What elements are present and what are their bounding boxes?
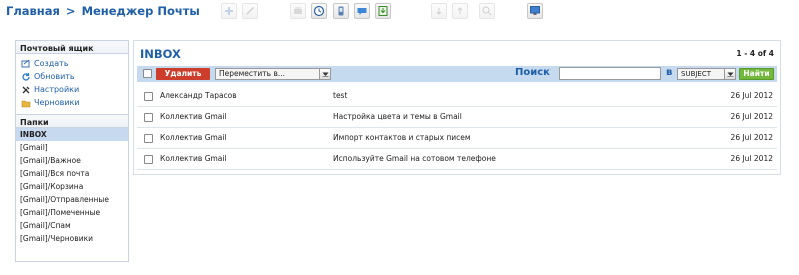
- folder-item-important[interactable]: [Gmail]/Важное: [16, 154, 128, 167]
- zoom-icon: [482, 6, 492, 16]
- message-checkbox[interactable]: [144, 92, 153, 101]
- add-icon: [225, 7, 233, 15]
- search-field-select[interactable]: SUBJECT: [677, 68, 736, 80]
- sidebar: Почтовый ящик Создать Обновить Настройки…: [15, 40, 129, 262]
- mailbox-title: Почтовый ящик: [16, 41, 128, 54]
- select-all-checkbox[interactable]: [143, 69, 152, 78]
- message-subject[interactable]: test: [333, 91, 347, 100]
- breadcrumb: Главная > Менеджер Почты: [6, 4, 200, 18]
- message-subject[interactable]: Настройка цвета и темы в Gmail: [333, 112, 462, 121]
- message-panel: INBOX 1 - 4 of 4 Удалить Переместить в..…: [133, 40, 781, 175]
- folder-item-gmail[interactable]: [Gmail]: [16, 141, 128, 154]
- message-row[interactable]: Коллектив Gmail Используйте Gmail на сот…: [137, 149, 777, 170]
- folder-item-spam[interactable]: [Gmail]/Спам: [16, 219, 128, 232]
- message-checkbox[interactable]: [144, 155, 153, 164]
- monitor-button[interactable]: [527, 3, 543, 19]
- print-button[interactable]: [290, 3, 306, 19]
- message-row[interactable]: Александр Тарасов test 26 Jul 2012: [137, 86, 777, 107]
- move-to-select[interactable]: Переместить в...: [215, 68, 331, 80]
- edit-button[interactable]: [242, 3, 258, 19]
- folder-item-trash[interactable]: [Gmail]/Корзина: [16, 180, 128, 193]
- chat-icon: [357, 8, 367, 15]
- message-row[interactable]: Коллектив Gmail Импорт контактов и стары…: [137, 128, 777, 149]
- message-sender[interactable]: Александр Тарасов: [160, 91, 237, 100]
- header: Главная > Менеджер Почты: [0, 0, 799, 26]
- folder-item-inbox[interactable]: INBOX: [16, 128, 128, 141]
- clock-button[interactable]: [311, 3, 327, 19]
- delete-button[interactable]: Удалить: [156, 68, 210, 80]
- compose-link[interactable]: Создать: [21, 57, 128, 70]
- message-count: 1 - 4 of 4: [736, 49, 774, 58]
- breadcrumb-separator: >: [65, 4, 76, 18]
- message-subject[interactable]: Импорт контактов и старых писем: [333, 133, 471, 142]
- breadcrumb-home-link[interactable]: Главная: [6, 4, 60, 18]
- download-icon: [378, 6, 388, 16]
- search-label: Поиск: [515, 67, 550, 78]
- message-date: 26 Jul 2012: [730, 91, 773, 100]
- message-sender[interactable]: Коллектив Gmail: [160, 133, 227, 142]
- folder-item-drafts[interactable]: [Gmail]/Черновики: [16, 232, 128, 245]
- message-sender[interactable]: Коллектив Gmail: [160, 154, 227, 163]
- chat-button[interactable]: [354, 3, 370, 19]
- action-bar: Удалить Переместить в... Поиск в SUBJECT…: [137, 66, 777, 82]
- chevron-down-icon: [319, 69, 330, 79]
- drafts-label: Черновики: [34, 98, 80, 107]
- phone-icon: [338, 6, 344, 16]
- refresh-label: Обновить: [34, 72, 75, 81]
- refresh-icon: [21, 72, 31, 82]
- print-icon: [294, 7, 302, 14]
- message-date: 26 Jul 2012: [730, 112, 773, 121]
- panel-header: INBOX 1 - 4 of 4: [134, 41, 780, 65]
- move-down-button[interactable]: [431, 3, 447, 19]
- folder-title: INBOX: [140, 47, 181, 61]
- settings-icon: [21, 85, 31, 95]
- refresh-link[interactable]: Обновить: [21, 70, 128, 83]
- folder-item-starred[interactable]: [Gmail]/Помеченные: [16, 206, 128, 219]
- message-checkbox[interactable]: [144, 113, 153, 122]
- settings-link[interactable]: Настройки: [21, 83, 128, 96]
- edit-icon: [246, 7, 254, 15]
- clock-icon: [313, 5, 325, 17]
- add-button[interactable]: [221, 3, 237, 19]
- find-button[interactable]: Найти: [739, 68, 774, 80]
- download-button[interactable]: [375, 3, 391, 19]
- breadcrumb-current[interactable]: Менеджер Почты: [82, 4, 200, 18]
- folder-list: INBOX [Gmail] [Gmail]/Важное [Gmail]/Вся…: [16, 128, 128, 245]
- search-field-value: SUBJECT: [681, 70, 712, 78]
- message-row[interactable]: Коллектив Gmail Настройка цвета и темы в…: [137, 107, 777, 128]
- settings-label: Настройки: [34, 85, 80, 94]
- compose-icon: [21, 59, 31, 69]
- chevron-down-icon: [724, 69, 735, 79]
- message-checkbox[interactable]: [144, 134, 153, 143]
- drafts-folder-icon: [21, 98, 31, 108]
- message-subject[interactable]: Используйте Gmail на сотовом телефоне: [333, 154, 496, 163]
- move-up-button[interactable]: [452, 3, 468, 19]
- mailbox-actions: Создать Обновить Настройки Черновики: [16, 54, 128, 114]
- phone-button[interactable]: [333, 3, 349, 19]
- message-date: 26 Jul 2012: [730, 154, 773, 163]
- drafts-link[interactable]: Черновики: [21, 96, 128, 109]
- search-input[interactable]: [559, 67, 661, 80]
- compose-label: Создать: [34, 59, 69, 68]
- search-in-label: в: [666, 67, 673, 78]
- folder-item-all-mail[interactable]: [Gmail]/Вся почта: [16, 167, 128, 180]
- arrow-down-icon: [436, 8, 442, 15]
- zoom-button[interactable]: [479, 3, 495, 19]
- monitor-icon: [530, 6, 540, 15]
- message-list: Александр Тарасов test 26 Jul 2012 Колле…: [137, 86, 777, 170]
- move-to-label: Переместить в...: [219, 69, 286, 78]
- message-date: 26 Jul 2012: [730, 133, 773, 142]
- message-sender[interactable]: Коллектив Gmail: [160, 112, 227, 121]
- folders-title: Папки: [16, 114, 128, 128]
- arrow-up-icon: [457, 7, 463, 14]
- folder-item-sent[interactable]: [Gmail]/Отправленные: [16, 193, 128, 206]
